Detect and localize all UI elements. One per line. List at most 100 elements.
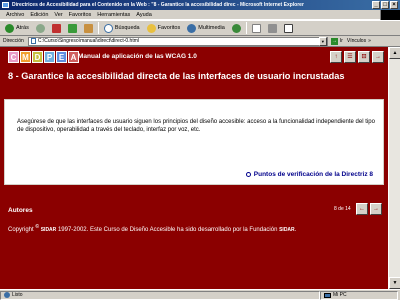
menu-ayuda[interactable]: Ayuda [136, 12, 152, 18]
multimedia-label: Multimedia [198, 25, 225, 31]
letter-m-button[interactable]: M [20, 51, 31, 63]
computer-icon [324, 292, 331, 298]
address-input[interactable]: C:\Curso\Singreso\manual\direct\direct-0… [27, 36, 328, 46]
page-counter: 8 de 14 [334, 206, 351, 212]
back-arrow-icon [5, 23, 14, 33]
prev-page-icon[interactable]: ← [356, 203, 368, 215]
multimedia-button[interactable]: Multimedia [185, 22, 227, 34]
home-icon [83, 23, 93, 33]
ie-status-icon [4, 292, 10, 298]
browser-toolbar: Atrás Búsqueda Favoritos Multimedia [0, 20, 400, 36]
sidar-logo[interactable]: SIDAR [41, 227, 57, 233]
print-icon [267, 23, 277, 33]
address-bar: Dirección C:\Curso\Singreso\manual\direc… [0, 36, 400, 47]
go-label: Ir [339, 38, 343, 44]
multimedia-icon [187, 23, 197, 33]
forward-arrow-icon [35, 23, 45, 33]
contents-icon[interactable]: ⊡ [358, 51, 370, 63]
wcag-header: C M D P E A Manual de aplicación de las … [0, 47, 388, 67]
menu-herramientas[interactable]: Herramientas [97, 12, 130, 18]
security-zone-pane: Mi PC [320, 290, 398, 300]
address-dropdown-icon[interactable]: ▼ [318, 36, 327, 46]
toolbar-separator [97, 22, 99, 34]
index-icon[interactable]: ☰ [344, 51, 356, 63]
toolbar-separator [245, 22, 247, 34]
search-button[interactable]: Búsqueda [102, 22, 142, 34]
favorites-button[interactable]: Favoritos [145, 22, 183, 34]
back-button[interactable]: Atrás [3, 22, 31, 34]
links-toolbar[interactable]: Vínculos » [347, 38, 371, 44]
go-button[interactable]: → Ir [330, 37, 343, 45]
address-value: C:\Curso\Singreso\manual\direct\direct-0… [37, 38, 139, 44]
page-viewport: C M D P E A Manual de aplicación de las … [0, 47, 388, 289]
print-button[interactable] [266, 22, 279, 34]
refresh-icon [67, 23, 77, 33]
vertical-scrollbar[interactable]: ▲ ▼ [388, 47, 400, 289]
search-label: Búsqueda [114, 25, 140, 31]
copyright-text: 1997-2002. Este Curso de Diseño Accesibl… [57, 227, 278, 233]
search-icon [103, 23, 113, 33]
close-button[interactable]: × [390, 1, 398, 9]
page-icon [30, 38, 36, 44]
next-icon[interactable]: → [372, 51, 384, 63]
page-navigation: ← → [356, 203, 382, 215]
refresh-button[interactable] [66, 22, 79, 34]
minimize-button[interactable]: _ [372, 1, 380, 9]
history-icon [231, 23, 241, 33]
zone-text: Mi PC [333, 292, 347, 298]
scroll-up-icon[interactable]: ▲ [389, 47, 400, 59]
menu-favoritos[interactable]: Favoritos [69, 12, 92, 18]
copyright-prefix: Copyright [8, 227, 34, 233]
mail-icon [251, 23, 261, 33]
edit-icon [283, 23, 293, 33]
back-label: Atrás [16, 25, 29, 31]
page-nav-icons: ↑ ☰ ⊡ → [330, 51, 384, 63]
guideline-description: Asegúrese de que las interfaces de usuar… [17, 119, 375, 134]
stop-icon [51, 23, 61, 33]
copyright-end: . [294, 227, 297, 233]
favorites-label: Favoritos [157, 25, 181, 31]
menu-ver[interactable]: Ver [54, 12, 62, 18]
menu-edicion[interactable]: Edición [30, 12, 48, 18]
verification-points-link[interactable]: Puntos de verificación de la Directriz 8 [245, 171, 373, 178]
letter-c-button[interactable]: C [8, 51, 19, 63]
page-title: 8 - Garantice la accesibilidad directa d… [8, 71, 345, 81]
letter-p-button[interactable]: P [44, 51, 55, 63]
letter-d-button[interactable]: D [32, 51, 43, 63]
stop-button[interactable] [50, 22, 63, 34]
manual-title: Manual de aplicación de las WCAG 1.0 [78, 53, 197, 60]
menu-bar: Archivo Edición Ver Favoritos Herramient… [0, 10, 400, 20]
links-chevron-icon: » [368, 38, 371, 44]
section-letters: C M D P E A [8, 51, 79, 63]
maximize-button[interactable]: □ [381, 1, 389, 9]
forward-button[interactable] [34, 22, 47, 34]
go-arrow-icon: → [330, 37, 338, 45]
status-text: Listo [12, 292, 23, 298]
window-title: Directrices de Accesibilidad para el Con… [12, 2, 304, 8]
status-text-pane: Listo [0, 290, 320, 300]
address-label: Dirección [3, 38, 24, 44]
copyright-notice: Copyright © SIDAR 1997-2002. Este Curso … [8, 223, 384, 234]
next-page-icon[interactable]: → [370, 203, 382, 215]
ie-window-icon [2, 2, 9, 8]
window-titlebar: Directrices de Accesibilidad para el Con… [0, 0, 400, 10]
edit-button[interactable] [282, 22, 295, 34]
verification-link-text: Puntos de verificación de la Directriz 8 [253, 171, 373, 178]
links-label: Vínculos [346, 38, 367, 44]
copyright-symbol: © [35, 224, 40, 230]
letter-e-button[interactable]: E [56, 51, 67, 63]
up-icon[interactable]: ↑ [330, 51, 342, 63]
window-controls: _ □ × [372, 1, 398, 9]
home-button[interactable] [82, 22, 95, 34]
sidar-logo[interactable]: SIDAR [279, 227, 295, 233]
authors-link[interactable]: Autores [8, 207, 33, 214]
favorites-star-icon [146, 23, 156, 33]
history-button[interactable] [230, 22, 243, 34]
magnifier-icon [245, 172, 251, 177]
status-bar: Listo Mi PC [0, 289, 400, 300]
content-box: Asegúrese de que las interfaces de usuar… [4, 99, 384, 185]
mail-button[interactable] [250, 22, 263, 34]
scroll-down-icon[interactable]: ▼ [389, 277, 400, 289]
windows-logo-icon [380, 10, 400, 20]
menu-archivo[interactable]: Archivo [6, 12, 24, 18]
